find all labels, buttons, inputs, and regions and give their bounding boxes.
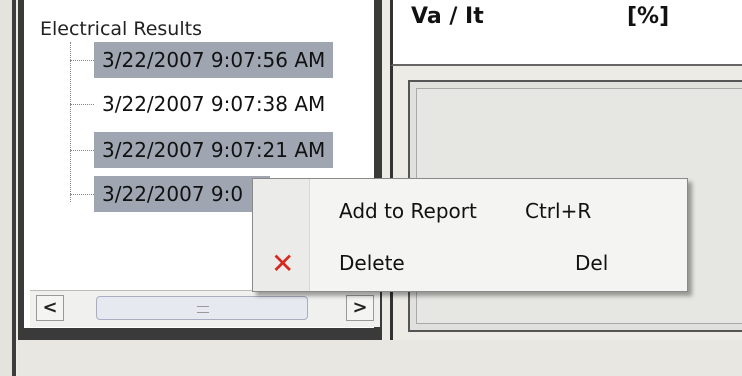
menu-item-label: Delete bbox=[339, 251, 405, 275]
tree-connector-branch bbox=[70, 104, 94, 105]
delete-x-icon: ✕ bbox=[271, 247, 295, 280]
status-strip bbox=[18, 340, 742, 376]
tree-node-result[interactable]: 3/22/2007 9:07:56 AM bbox=[94, 42, 334, 78]
tree-connector-line bbox=[70, 42, 71, 202]
tree-node-result[interactable]: 3/22/2007 9:07:21 AM bbox=[94, 132, 334, 168]
scrollbar-grip-icon bbox=[197, 306, 209, 313]
tree-connector-branch bbox=[70, 60, 94, 61]
tree-node-result[interactable]: 3/22/2007 9:07:38 AM bbox=[94, 86, 333, 122]
scroll-right-button[interactable]: > bbox=[346, 295, 374, 321]
window-left-border bbox=[12, 0, 16, 376]
menu-item-label: Add to Report bbox=[339, 199, 477, 223]
menu-item-shortcut: Del bbox=[575, 251, 609, 275]
tree-connector-branch bbox=[70, 150, 94, 151]
column-header-percent[interactable]: [%] bbox=[627, 4, 669, 29]
context-menu: Add to Report Ctrl+R ✕ Delete Del bbox=[252, 178, 688, 292]
tree-root-electrical-results[interactable]: Electrical Results bbox=[40, 18, 202, 40]
menu-item-delete[interactable]: ✕ Delete Del bbox=[253, 241, 687, 287]
horizontal-scrollbar[interactable]: < > bbox=[30, 290, 380, 327]
scroll-left-button[interactable]: < bbox=[36, 295, 64, 321]
menu-item-shortcut: Ctrl+R bbox=[525, 199, 592, 223]
tree-connector-branch bbox=[70, 194, 94, 195]
grid-header: Va / It [%] bbox=[390, 0, 742, 66]
column-header-va-it[interactable]: Va / It bbox=[411, 4, 484, 29]
scrollbar-thumb[interactable] bbox=[96, 296, 308, 320]
menu-item-add-to-report[interactable]: Add to Report Ctrl+R bbox=[253, 189, 687, 235]
tree-node-result[interactable]: 3/22/2007 9:0 bbox=[94, 176, 270, 212]
